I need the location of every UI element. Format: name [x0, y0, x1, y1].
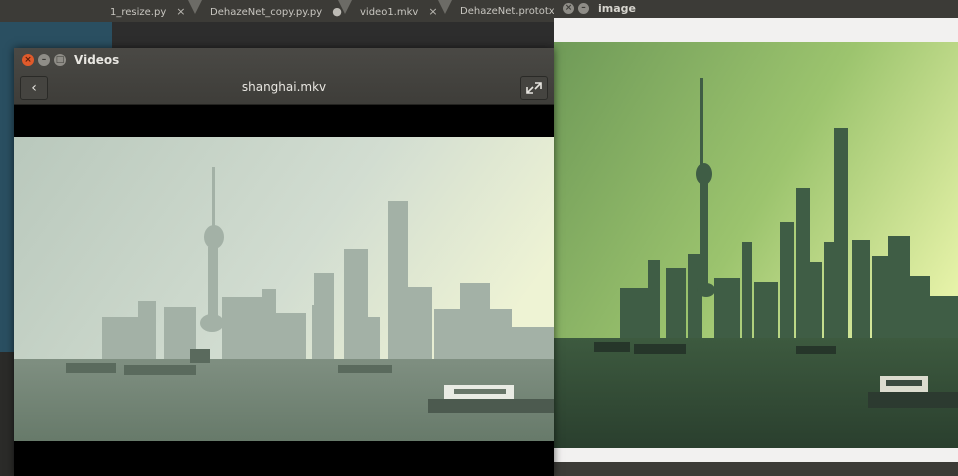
tab-separator — [438, 0, 452, 14]
dehazed-image — [554, 42, 958, 448]
video-file-title: shanghai.mkv — [241, 80, 327, 94]
tab-resize[interactable]: 1_resize.py × — [110, 0, 185, 22]
tab-dehazenet-copy[interactable]: DehazeNet_copy.py.py ● — [210, 0, 342, 22]
image-window-statusbar — [554, 462, 958, 476]
minimize-icon[interactable]: – — [38, 54, 50, 66]
tab-video1[interactable]: video1.mkv × — [360, 0, 438, 22]
close-icon[interactable]: × — [22, 54, 34, 66]
close-icon[interactable]: × — [563, 3, 574, 14]
tab-label: 1_resize.py — [110, 7, 167, 18]
videos-header: × – □ Videos ‹ shanghai.mkv — [14, 48, 554, 105]
image-window-title: image — [598, 2, 636, 15]
tab-label: DehazeNet_copy.py.py — [210, 7, 323, 18]
image-window-titlebar: × – image — [554, 0, 958, 18]
maximize-icon[interactable]: □ — [54, 54, 66, 66]
videos-window: × – □ Videos ‹ shanghai.mkv — [14, 48, 554, 476]
tab-separator — [338, 0, 352, 14]
tab-prototxt[interactable]: DehazeNet.prototxt — [460, 0, 559, 22]
tab-label: video1.mkv — [360, 7, 419, 18]
tab-close-icon[interactable]: × — [176, 5, 185, 18]
videos-app-title: Videos — [74, 53, 120, 67]
tab-close-icon[interactable]: × — [428, 5, 437, 18]
tab-label: DehazeNet.prototxt — [460, 6, 559, 17]
minimize-icon[interactable]: – — [578, 3, 589, 14]
image-window: × – image — [554, 0, 958, 476]
fullscreen-icon — [526, 82, 542, 94]
tab-separator — [188, 0, 202, 14]
hazy-video-frame[interactable] — [14, 137, 554, 441]
fullscreen-button[interactable] — [520, 76, 548, 100]
